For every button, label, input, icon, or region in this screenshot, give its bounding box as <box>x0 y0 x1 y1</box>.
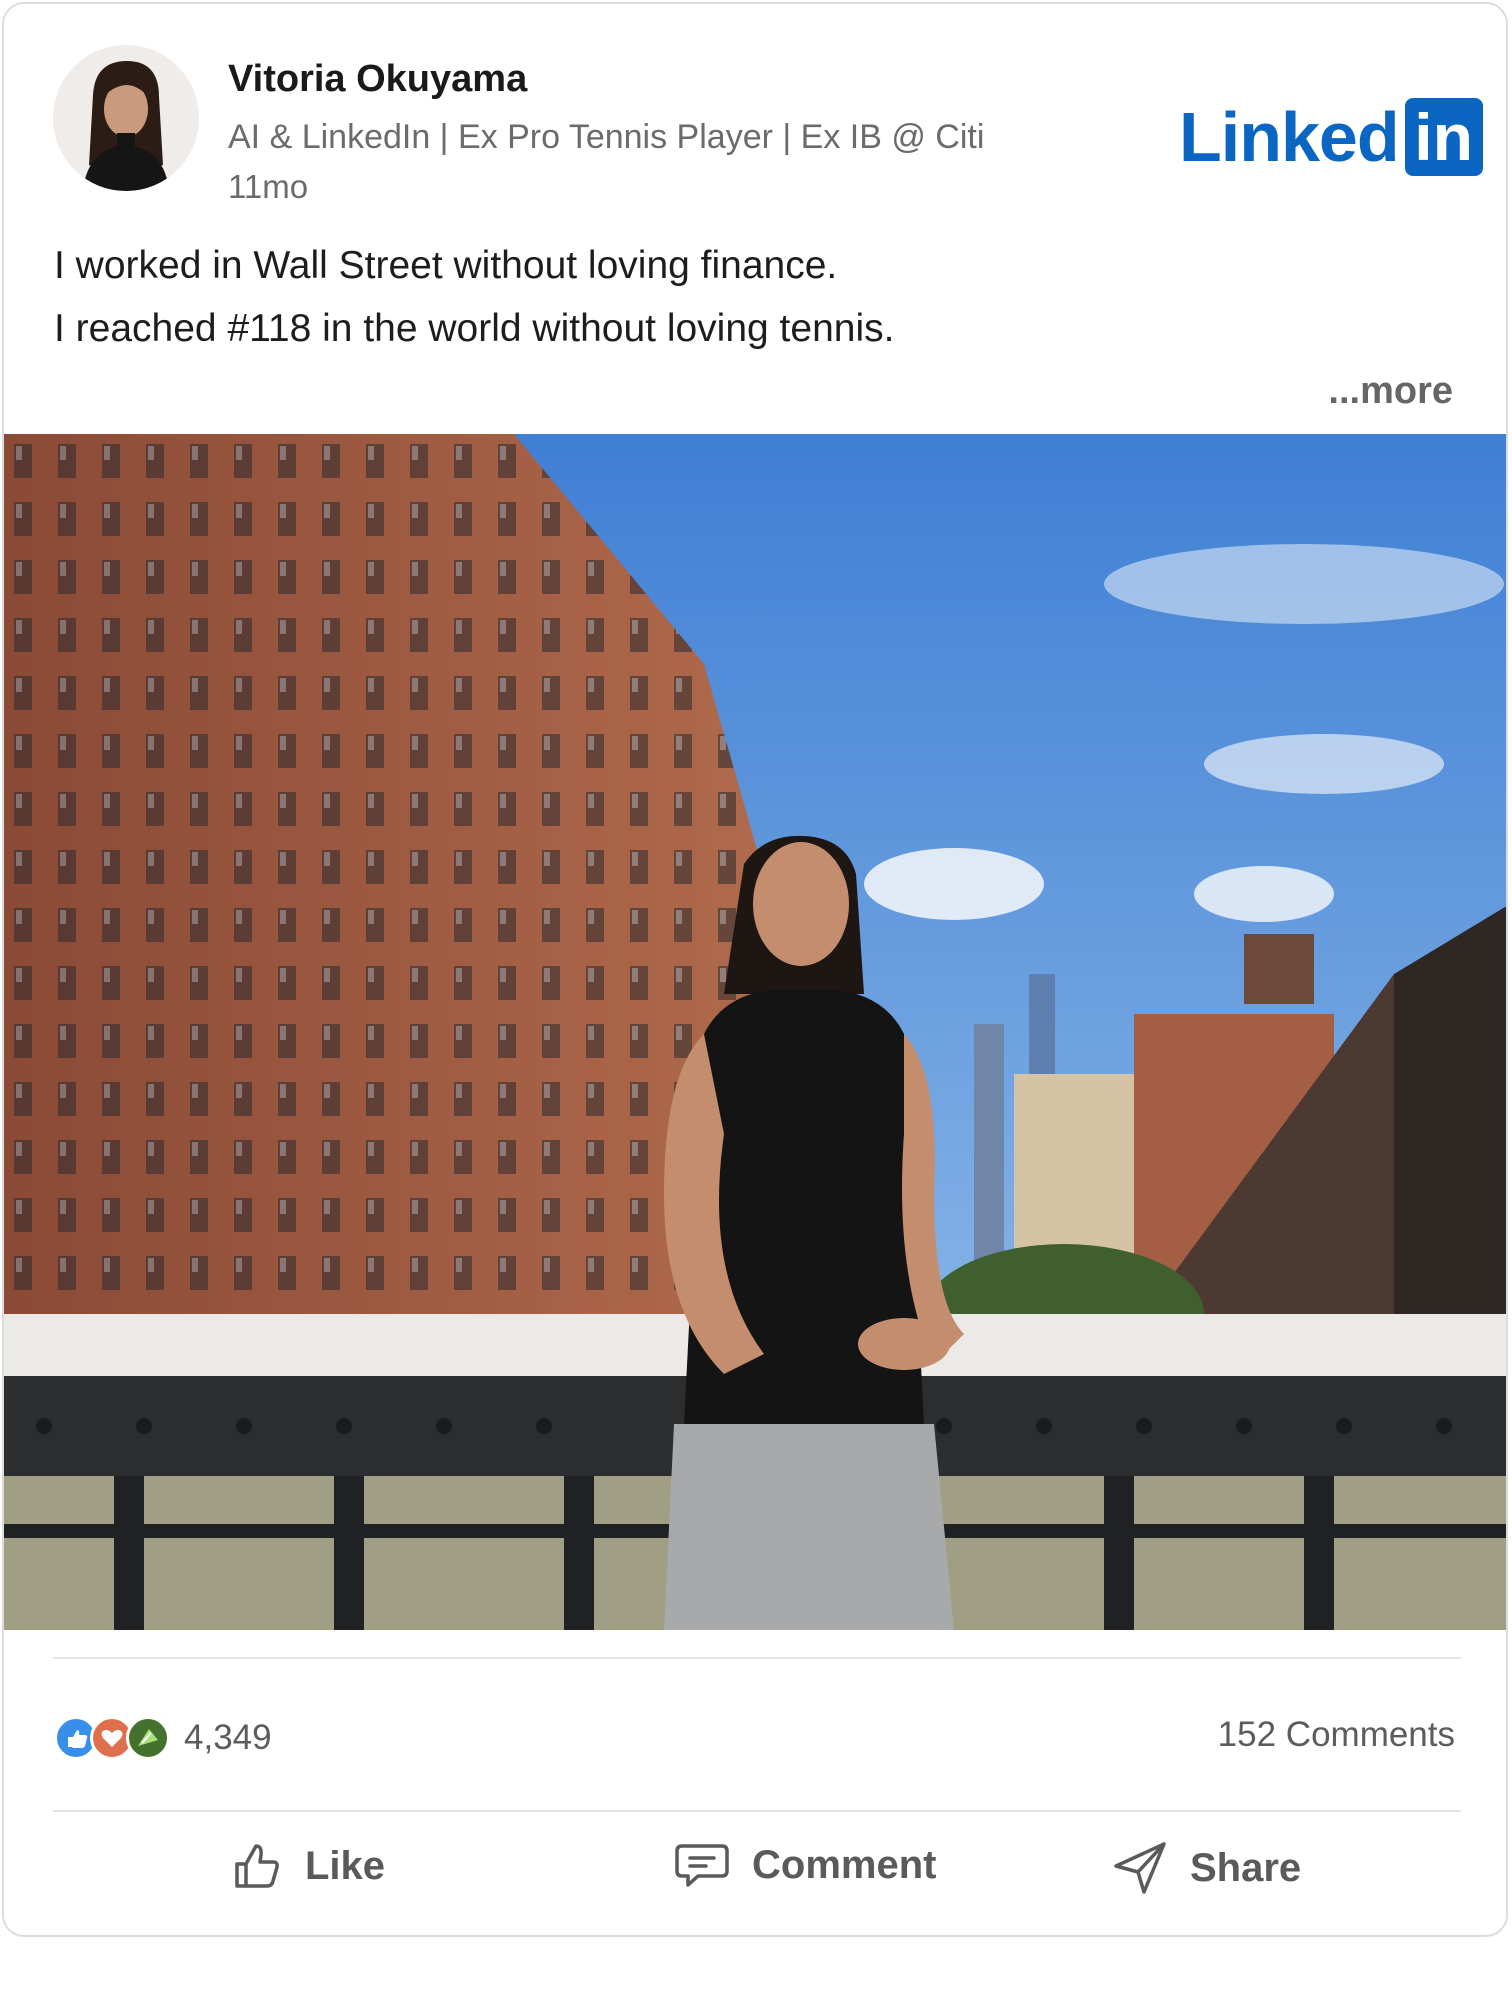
linkedin-logo: Linked in <box>1179 98 1483 176</box>
see-more-link[interactable]: ...more <box>1328 370 1453 413</box>
send-icon <box>1114 1842 1166 1894</box>
like-label: Like <box>305 1843 386 1888</box>
author-avatar[interactable] <box>53 45 199 191</box>
linkedin-in-box: in <box>1404 98 1483 176</box>
post-card: Vitoria Okuyama AI & LinkedIn | Ex Pro T… <box>2 2 1508 1937</box>
share-button[interactable]: Share <box>1112 1840 1301 1896</box>
divider-bottom <box>53 1810 1461 1812</box>
share-label: Share <box>1190 1845 1302 1890</box>
celebrate-icon <box>126 1716 170 1760</box>
post-text-line-1: I worked in Wall Street without loving f… <box>54 244 838 287</box>
linkedin-wordmark: Linked <box>1179 98 1400 176</box>
comment-icon <box>675 1844 729 1887</box>
post-age: 11mo <box>228 168 309 205</box>
thumbs-up-icon <box>235 1844 279 1888</box>
divider-top <box>53 1657 1461 1659</box>
author-headline: AI & LinkedIn | Ex Pro Tennis Player | E… <box>228 118 985 156</box>
reaction-count: 4,349 <box>184 1718 272 1757</box>
like-button[interactable]: Like <box>231 1840 385 1892</box>
author-name[interactable]: Vitoria Okuyama <box>228 58 527 101</box>
post-text-line-2: I reached #118 in the world without lovi… <box>54 307 895 350</box>
comment-button[interactable]: Comment <box>674 1840 936 1890</box>
reactions-summary[interactable]: 4,349 <box>54 1716 272 1760</box>
comments-count[interactable]: 152 Comments <box>1218 1715 1455 1755</box>
post-image[interactable] <box>4 434 1506 1630</box>
comment-label: Comment <box>752 1842 937 1887</box>
